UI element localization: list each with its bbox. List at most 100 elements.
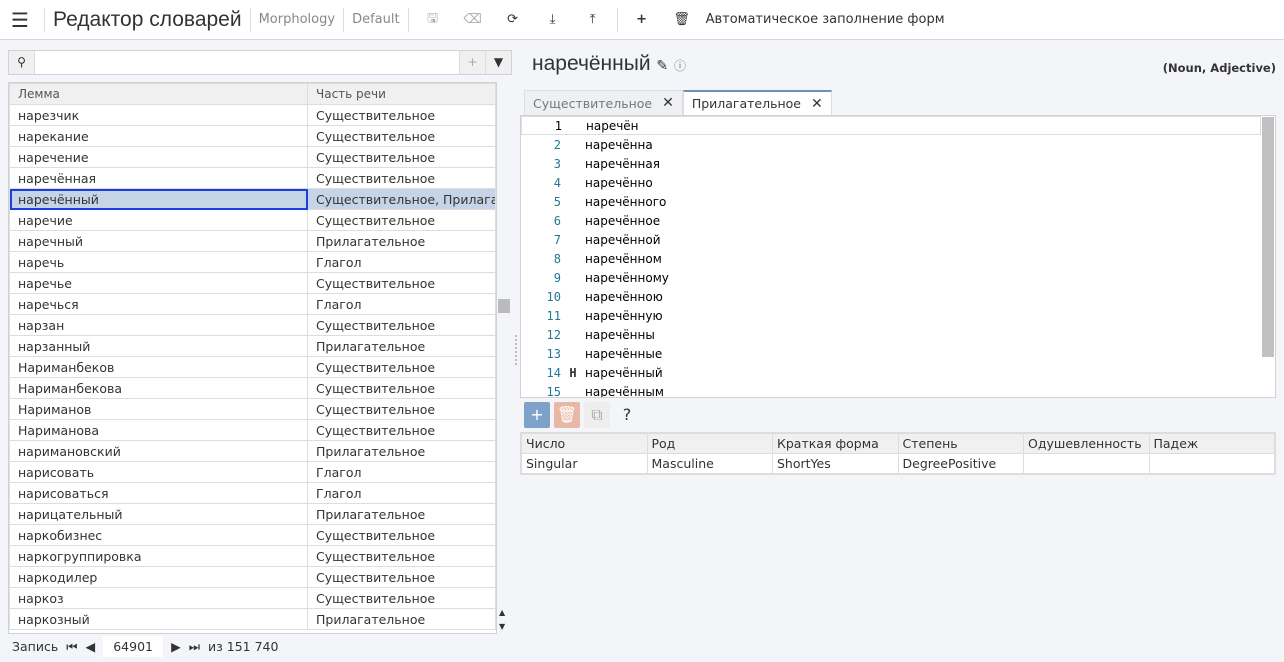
pos-cell[interactable]: Существительное, Прилагательное bbox=[307, 188, 496, 210]
grammeme-header[interactable]: Род bbox=[646, 433, 773, 454]
lemma-table-scrollbar[interactable]: ▲ ▼ bbox=[497, 82, 511, 634]
lemma-cell[interactable]: наречье bbox=[9, 272, 308, 294]
pos-cell[interactable]: Существительное bbox=[307, 356, 496, 378]
scroll-up-icon[interactable]: ▲ bbox=[499, 608, 505, 617]
table-row[interactable]: Нариманбеков Существительное bbox=[9, 356, 496, 378]
table-row[interactable]: Нариманова Существительное bbox=[9, 419, 496, 441]
lemma-cell[interactable]: наречённая bbox=[9, 167, 308, 189]
grammeme-cell[interactable]: Masculine bbox=[646, 453, 773, 474]
grammeme-cell[interactable]: Singular bbox=[521, 453, 648, 474]
editor-line[interactable]: 6 наречённое bbox=[521, 211, 1275, 230]
close-icon[interactable]: ✕ bbox=[811, 96, 823, 112]
table-row[interactable]: наречённая Существительное bbox=[9, 167, 496, 189]
grammemes-row[interactable]: Singular Masculine ShortYes DegreePositive bbox=[521, 453, 1275, 474]
editor-line[interactable]: 2 наречённа bbox=[521, 135, 1275, 154]
grammeme-cell[interactable] bbox=[1148, 453, 1275, 474]
table-row[interactable]: наречься Глагол bbox=[9, 293, 496, 315]
pos-cell[interactable]: Существительное bbox=[307, 524, 496, 546]
editor-line[interactable]: 7 наречённой bbox=[521, 230, 1275, 249]
eraser-icon[interactable]: ⌫ bbox=[453, 12, 493, 27]
column-header-pos[interactable]: Часть речи bbox=[307, 83, 496, 105]
refresh-icon[interactable]: ⟳ bbox=[493, 12, 533, 27]
pos-cell[interactable]: Глагол bbox=[307, 482, 496, 504]
prev-page-icon[interactable]: ◀ bbox=[85, 639, 95, 654]
upload-icon[interactable]: ⤒ bbox=[573, 12, 613, 27]
table-row[interactable]: наркодилер Существительное bbox=[9, 566, 496, 588]
table-row[interactable]: наречие Существительное bbox=[9, 209, 496, 231]
editor-scrollbar[interactable] bbox=[1262, 117, 1274, 357]
lemma-cell[interactable]: нарзан bbox=[9, 314, 308, 336]
pos-cell[interactable]: Существительное bbox=[307, 146, 496, 168]
info-icon[interactable]: ⓘ bbox=[674, 59, 686, 73]
next-page-icon[interactable]: ▶ bbox=[171, 639, 181, 654]
grammeme-header[interactable]: Степень bbox=[897, 433, 1024, 454]
lemma-cell[interactable]: наркозный bbox=[9, 608, 308, 630]
table-row[interactable]: нарицательный Прилагательное bbox=[9, 503, 496, 525]
lemma-cell[interactable]: наркодилер bbox=[9, 566, 308, 588]
tab-noun[interactable]: Существительное ✕ bbox=[524, 90, 683, 115]
pos-cell[interactable]: Прилагательное bbox=[307, 503, 496, 525]
table-row[interactable]: наркоз Существительное bbox=[9, 587, 496, 609]
pos-cell[interactable]: Прилагательное bbox=[307, 608, 496, 630]
lemma-cell[interactable]: Нариманбекова bbox=[9, 377, 308, 399]
grammeme-cell[interactable]: ShortYes bbox=[772, 453, 899, 474]
lemma-cell[interactable]: нарисовать bbox=[9, 461, 308, 483]
lemma-cell[interactable]: нарисоваться bbox=[9, 482, 308, 504]
lemma-cell[interactable]: наркобизнес bbox=[9, 524, 308, 546]
grammeme-header[interactable]: Падеж bbox=[1148, 433, 1275, 454]
pos-cell[interactable]: Существительное bbox=[307, 314, 496, 336]
pos-cell[interactable]: Существительное bbox=[307, 587, 496, 609]
editor-line[interactable]: 1 наречён bbox=[521, 116, 1261, 135]
current-record-input[interactable]: 64901 bbox=[103, 636, 164, 657]
last-page-icon[interactable]: ⏭ bbox=[189, 639, 200, 655]
editor-line[interactable]: 14 Ннаречённый bbox=[521, 363, 1275, 382]
lemma-cell[interactable]: нарзанный bbox=[9, 335, 308, 357]
lemma-cell[interactable]: нарекание bbox=[9, 125, 308, 147]
copy-form-button[interactable]: ⧉ bbox=[584, 402, 610, 428]
pos-cell[interactable]: Существительное bbox=[307, 209, 496, 231]
pos-cell[interactable]: Существительное bbox=[307, 566, 496, 588]
lemma-cell[interactable]: наркогруппировка bbox=[9, 545, 308, 567]
scrollbar-thumb[interactable] bbox=[498, 299, 510, 313]
lemma-cell[interactable]: наречь bbox=[9, 251, 308, 273]
table-row[interactable]: нарзанный Прилагательное bbox=[9, 335, 496, 357]
add-icon[interactable]: + bbox=[459, 51, 485, 74]
help-button[interactable]: ? bbox=[614, 402, 640, 428]
editor-line[interactable]: 3 наречённая bbox=[521, 154, 1275, 173]
tab-adjective[interactable]: Прилагательное ✕ bbox=[682, 90, 832, 115]
editor-line[interactable]: 11 наречённую bbox=[521, 306, 1275, 325]
pos-cell[interactable]: Существительное bbox=[307, 167, 496, 189]
add-icon[interactable]: + bbox=[622, 12, 662, 27]
table-row[interactable]: наречный Прилагательное bbox=[9, 230, 496, 252]
lemma-cell[interactable]: наречься bbox=[9, 293, 308, 315]
pos-cell[interactable]: Существительное bbox=[307, 545, 496, 567]
pos-cell[interactable]: Глагол bbox=[307, 293, 496, 315]
editor-line[interactable]: 12 наречённы bbox=[521, 325, 1275, 344]
editor-line[interactable]: 4 наречённо bbox=[521, 173, 1275, 192]
table-row[interactable]: наркозный Прилагательное bbox=[9, 608, 496, 630]
download-icon[interactable]: ⤓ bbox=[533, 12, 573, 27]
lemma-cell[interactable]: наречённый bbox=[9, 188, 308, 210]
table-row[interactable]: наречье Существительное bbox=[9, 272, 496, 294]
editor-line[interactable]: 10 наречённою bbox=[521, 287, 1275, 306]
table-row[interactable]: нарисоваться Глагол bbox=[9, 482, 496, 504]
lemma-cell[interactable]: наречие bbox=[9, 209, 308, 231]
auto-fill-forms-button[interactable]: Автоматическое заполнение форм bbox=[702, 12, 945, 27]
pos-cell[interactable]: Прилагательное bbox=[307, 335, 496, 357]
table-row[interactable]: нарисовать Глагол bbox=[9, 461, 496, 483]
pos-cell[interactable]: Глагол bbox=[307, 461, 496, 483]
lemma-cell[interactable]: Нариманова bbox=[9, 419, 308, 441]
pos-cell[interactable]: Существительное bbox=[307, 125, 496, 147]
table-row[interactable]: наречь Глагол bbox=[9, 251, 496, 273]
table-row[interactable]: наркобизнес Существительное bbox=[9, 524, 496, 546]
editor-line[interactable]: 13 наречённые bbox=[521, 344, 1275, 363]
scroll-down-icon[interactable]: ▼ bbox=[499, 622, 505, 631]
table-row[interactable]: наречённыйСуществительное, Прилагательно… bbox=[9, 188, 496, 210]
editor-line[interactable]: 15 наречённым bbox=[521, 382, 1275, 398]
lemma-cell[interactable]: Нариманбеков bbox=[9, 356, 308, 378]
table-row[interactable]: наречение Существительное bbox=[9, 146, 496, 168]
grammeme-header[interactable]: Число bbox=[521, 433, 648, 454]
grammeme-cell[interactable] bbox=[1023, 453, 1150, 474]
first-page-icon[interactable]: ⏮ bbox=[66, 639, 77, 655]
save-icon[interactable]: 🖫 bbox=[413, 9, 453, 31]
